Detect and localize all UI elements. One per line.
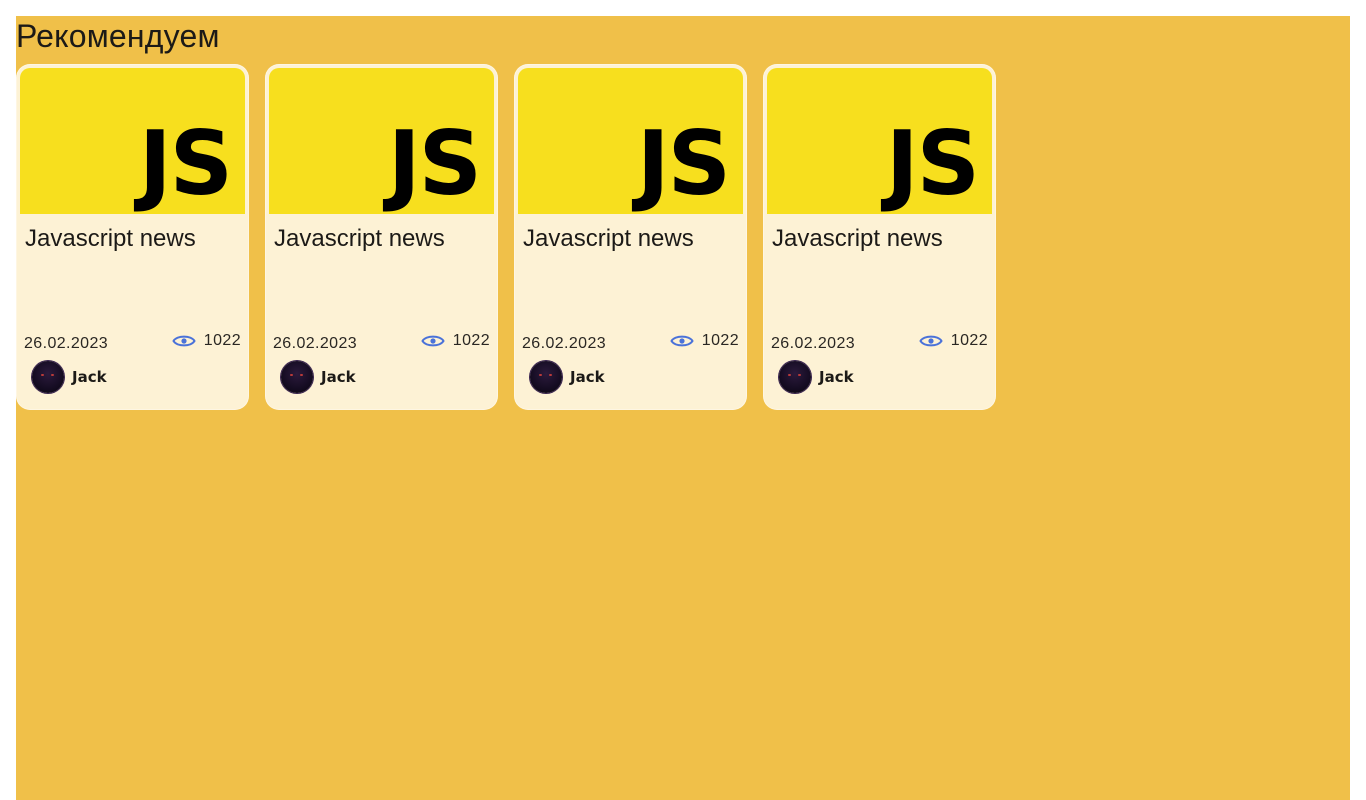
- js-logo: JS: [885, 112, 980, 214]
- js-logo: JS: [138, 112, 233, 214]
- recommended-page: Рекомендуем JS Javascript news 26.02.202…: [16, 16, 1350, 800]
- author-name: Jack: [570, 368, 605, 386]
- article-card[interactable]: JS Javascript news 26.02.2023 1022 Jack: [763, 64, 996, 410]
- card-image[interactable]: JS: [269, 68, 494, 214]
- js-logo: JS: [387, 112, 482, 214]
- author-name: Jack: [819, 368, 854, 386]
- article-card[interactable]: JS Javascript news 26.02.2023 1022 Jack: [514, 64, 747, 410]
- eye-icon: [919, 335, 943, 347]
- card-date: 26.02.2023: [273, 335, 358, 352]
- views-counter: 1022: [421, 332, 490, 350]
- avatar: [779, 361, 811, 393]
- views-counter: 1022: [172, 332, 241, 350]
- card-date: 26.02.2023: [24, 335, 109, 352]
- card-title[interactable]: Javascript news: [523, 224, 694, 254]
- author[interactable]: Jack: [32, 361, 107, 393]
- author[interactable]: Jack: [779, 361, 854, 393]
- card-title[interactable]: Javascript news: [25, 224, 196, 254]
- article-card[interactable]: JS Javascript news 26.02.2023 1022 Jack: [16, 64, 249, 410]
- avatar: [281, 361, 313, 393]
- views-count: 1022: [452, 332, 490, 349]
- card-date: 26.02.2023: [771, 335, 856, 352]
- card-image[interactable]: JS: [518, 68, 743, 214]
- avatar: [530, 361, 562, 393]
- author[interactable]: Jack: [530, 361, 605, 393]
- card-title[interactable]: Javascript news: [274, 224, 445, 254]
- card-title[interactable]: Javascript news: [772, 224, 943, 254]
- card-list: JS Javascript news 26.02.2023 1022 Jack …: [16, 64, 996, 410]
- author-name: Jack: [321, 368, 356, 386]
- card-image[interactable]: JS: [767, 68, 992, 214]
- views-count: 1022: [950, 332, 988, 349]
- eye-icon: [670, 335, 694, 347]
- views-count: 1022: [203, 332, 241, 349]
- author-name: Jack: [72, 368, 107, 386]
- views-count: 1022: [701, 332, 739, 349]
- card-image[interactable]: JS: [20, 68, 245, 214]
- article-card[interactable]: JS Javascript news 26.02.2023 1022 Jack: [265, 64, 498, 410]
- js-logo: JS: [636, 112, 731, 214]
- author[interactable]: Jack: [281, 361, 356, 393]
- eye-icon: [421, 335, 445, 347]
- eye-icon: [172, 335, 196, 347]
- views-counter: 1022: [919, 332, 988, 350]
- section-title: Рекомендуем: [16, 18, 220, 54]
- avatar: [32, 361, 64, 393]
- views-counter: 1022: [670, 332, 739, 350]
- card-date: 26.02.2023: [522, 335, 607, 352]
